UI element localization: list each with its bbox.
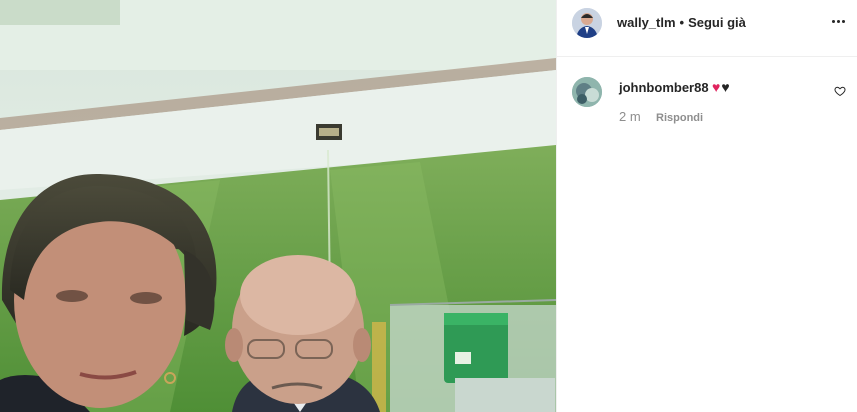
comment-emojis: ♥♥ xyxy=(712,79,731,95)
commenter-avatar[interactable] xyxy=(572,77,602,107)
commenter-avatar-image xyxy=(572,77,602,107)
black-heart-emoji-icon: ♥ xyxy=(721,79,731,95)
commenter-username[interactable]: johnbomber88 xyxy=(619,80,709,95)
comment-item: johnbomber88 ♥♥ 2 m Rispondi xyxy=(557,72,857,142)
comment-time[interactable]: 2 m xyxy=(619,109,641,124)
post-photo[interactable] xyxy=(0,0,556,412)
heart-outline-icon[interactable] xyxy=(834,85,846,97)
comment-meta: 2 m Rispondi xyxy=(619,109,703,124)
post-owner-line: wally_tlm • Segui già xyxy=(617,15,746,30)
comments-panel: wally_tlm • Segui già johnbomber88 ♥♥ 2 m … xyxy=(556,0,857,412)
red-heart-emoji-icon: ♥ xyxy=(712,79,722,95)
more-options-icon[interactable] xyxy=(828,13,848,29)
instagram-post-view: wally_tlm • Segui già johnbomber88 ♥♥ 2 m … xyxy=(0,0,857,412)
owner-username[interactable]: wally_tlm xyxy=(617,15,676,30)
stadium-selfie-image xyxy=(0,0,556,412)
separator-dot: • xyxy=(679,15,685,30)
post-header: wally_tlm • Segui già xyxy=(557,0,857,57)
owner-avatar[interactable] xyxy=(572,8,602,38)
owner-avatar-image xyxy=(572,8,602,38)
reply-button[interactable]: Rispondi xyxy=(656,112,703,124)
follow-status[interactable]: Segui già xyxy=(688,15,746,30)
